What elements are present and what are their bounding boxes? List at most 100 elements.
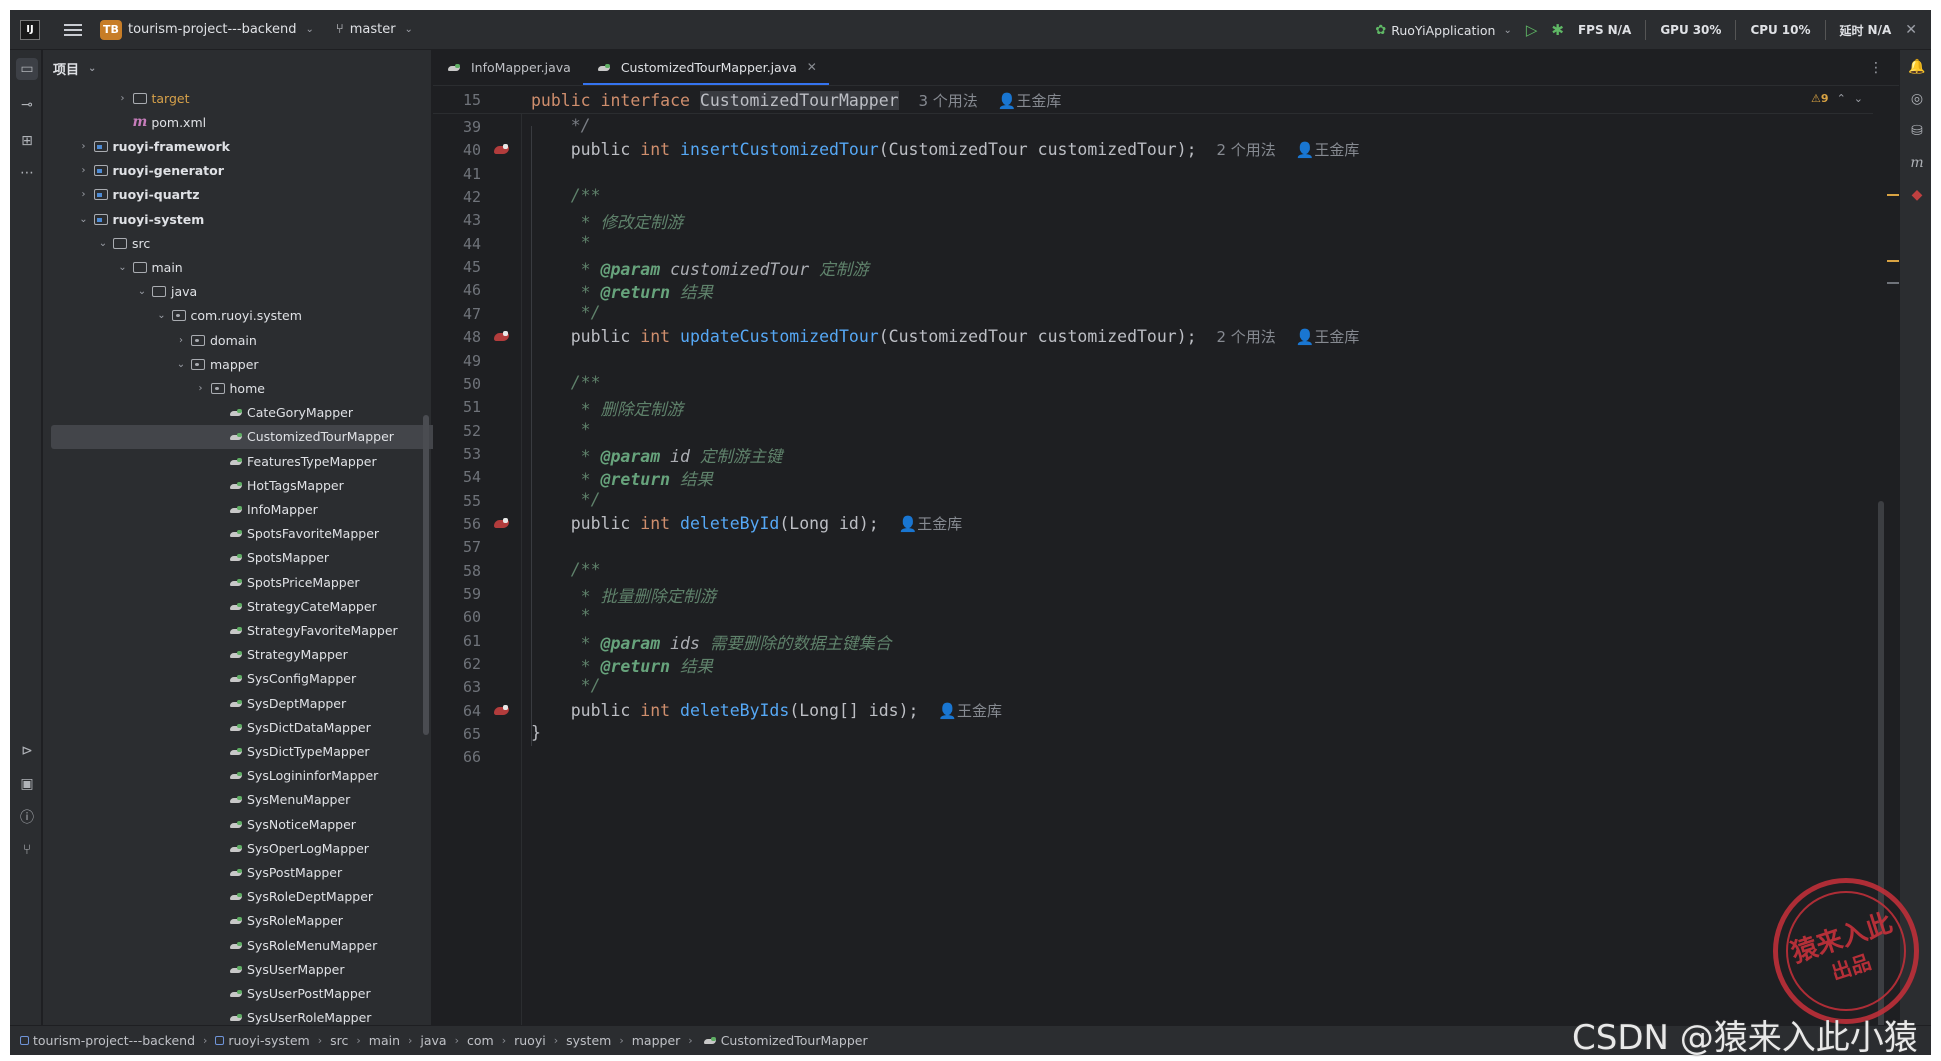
run-config-selector[interactable]: ✿ RuoYiApplication ⌄ [1375,23,1512,38]
tree-item[interactable]: › ruoyi-generator [43,159,418,183]
tree-item[interactable]: › ruoyi-quartz [43,183,418,207]
tree-item[interactable]: m pom.xml [43,110,418,134]
more-icon[interactable]: ⋯ [16,162,38,184]
commit-icon[interactable]: ⊸ [16,94,38,116]
tree-item[interactable]: SysUserPostMapper [43,981,418,1005]
git-icon[interactable]: ⑂ [16,839,38,861]
chevron-down-icon[interactable]: ⌄ [155,310,169,321]
tree-item[interactable]: ⌄ mapper [43,352,418,376]
breadcrumb-item[interactable]: src [330,1033,348,1048]
close-icon[interactable]: ✕ [1905,22,1917,38]
tree-item[interactable]: SysMenuMapper [43,788,418,812]
tree-item[interactable]: SpotsMapper [43,546,418,570]
tree-item[interactable]: › home [43,376,418,400]
chevron-right-icon[interactable]: › [77,189,91,200]
database-icon[interactable]: ⛁ [1906,120,1928,142]
tree-item[interactable]: SysLogininforMapper [43,764,418,788]
chevron-down-icon[interactable]: ⌄ [174,359,188,370]
tree-item[interactable]: ⌄ ruoyi-system [43,207,418,231]
editor-tab[interactable]: CustomizedTourMapper.java ✕ [582,49,829,85]
chevron-down-icon[interactable]: ⌄ [77,214,91,225]
terminal-icon[interactable]: ▣ [16,773,38,795]
tree-item[interactable]: SpotsFavoriteMapper [43,522,418,546]
project-switcher[interactable]: TB tourism-project---backend ⌄ [100,19,314,40]
usages-hint[interactable]: 3 个用法 [918,92,977,110]
mybatis-navigate-icon[interactable] [493,704,511,717]
chevron-down-icon[interactable]: ⌄ [135,286,149,297]
more-vertical-icon[interactable]: ⋮ [1869,60,1883,76]
mybatis-icon[interactable]: ◆ [1906,184,1928,206]
tree-item[interactable]: › domain [43,328,418,352]
tree-item[interactable]: SysNoticeMapper [43,812,418,836]
breadcrumb-item[interactable]: main [369,1033,400,1048]
code-view[interactable]: 39 */40 public int insertCustomizedTour(… [433,86,1884,1055]
breadcrumb-item[interactable]: java [420,1033,446,1048]
author-hint[interactable]: 👤王金库 [899,515,963,533]
tree-item[interactable]: CateGoryMapper [43,401,418,425]
warning-mark[interactable] [1887,260,1899,262]
chevron-down-icon[interactable]: ⌄ [96,238,110,249]
chevron-right-icon[interactable]: › [174,335,188,346]
tree-item[interactable]: SysPostMapper [43,860,418,884]
tree-item[interactable]: ⌄ java [43,280,418,304]
project-panel-header[interactable]: 项目 ⌄ [43,50,431,86]
author-hint[interactable]: 👤王金库 [1296,328,1360,346]
tree-item[interactable]: SysDictDataMapper [43,715,418,739]
tree-item[interactable]: SysDictTypeMapper [43,739,418,763]
problems-icon[interactable]: ⓘ [16,806,38,828]
chevron-right-icon[interactable]: › [77,141,91,152]
scrollbar[interactable] [423,415,429,735]
tree-item[interactable]: SysRoleDeptMapper [43,885,418,909]
notifications-icon[interactable]: 🔔 [1906,56,1928,78]
services-icon[interactable]: ⊳ [16,740,38,762]
tree-item[interactable]: FeaturesTypeMapper [43,449,418,473]
tree-item[interactable]: HotTagsMapper [43,473,418,497]
chevron-up-icon[interactable]: ⌃ [1837,92,1846,105]
tree-item[interactable]: SysOperLogMapper [43,836,418,860]
tree-item[interactable]: ⌄ src [43,231,418,255]
warning-mark[interactable] [1887,194,1899,196]
tree-item[interactable]: › ruoyi-framework [43,134,418,158]
mybatis-navigate-icon[interactable] [493,517,511,530]
project-folder-icon[interactable]: ▭ [16,58,38,80]
mybatis-navigate-icon[interactable] [493,144,511,156]
tree-item[interactable]: SpotsPriceMapper [43,570,418,594]
usages-hint[interactable]: 2 个用法 [1216,328,1275,346]
author-hint[interactable]: 👤王金库 [998,92,1062,110]
branch-switcher[interactable]: ⑂ master ⌄ [336,22,413,37]
tree-item[interactable]: SysRoleMapper [43,909,418,933]
info-mark[interactable] [1887,282,1899,284]
tree-item[interactable]: StrategyMapper [43,643,418,667]
ai-assistant-icon[interactable]: ◎ [1906,88,1928,110]
breadcrumb-item[interactable]: ruoyi-system [215,1033,310,1048]
chevron-right-icon[interactable]: › [194,383,208,394]
ide-logo-icon[interactable]: IJ [20,19,40,40]
usages-hint[interactable]: 2 个用法 [1216,141,1275,159]
tree-item[interactable]: StrategyCateMapper [43,594,418,618]
breadcrumb-item[interactable]: com [467,1033,494,1048]
run-icon[interactable]: ▷ [1526,21,1538,39]
tree-item[interactable]: SysUserMapper [43,957,418,981]
chevron-right-icon[interactable]: › [116,93,130,104]
chevron-down-icon[interactable]: ⌄ [1854,92,1863,105]
main-menu-icon[interactable] [64,23,82,36]
tree-item[interactable]: SysDeptMapper [43,691,418,715]
breadcrumb-item[interactable]: tourism-project---backend [20,1033,195,1048]
close-icon[interactable]: ✕ [807,60,817,74]
chevron-down-icon[interactable]: ⌄ [116,262,130,273]
breadcrumb-item[interactable]: CustomizedTourMapper [701,1033,868,1048]
tree-item[interactable]: › target [43,86,418,110]
debug-icon[interactable]: ✱ [1551,21,1564,39]
tree-item[interactable]: SysConfigMapper [43,667,418,691]
sticky-header[interactable]: 15 public interface CustomizedTourMapper… [433,86,1873,114]
tree-item[interactable]: InfoMapper [43,497,418,521]
mybatis-navigate-icon[interactable] [493,331,511,343]
tree-item[interactable]: SysRoleMenuMapper [43,933,418,957]
author-hint[interactable]: 👤王金库 [938,702,1002,720]
tree-item[interactable]: ⌄ com.ruoyi.system [43,304,418,328]
structure-icon[interactable]: ⊞ [16,130,38,152]
tree-item[interactable]: StrategyFavoriteMapper [43,618,418,642]
breadcrumb-item[interactable]: mapper [632,1033,681,1048]
tree-item[interactable]: ⌄ main [43,255,418,279]
editor-tab[interactable]: InfoMapper.java [433,49,583,85]
